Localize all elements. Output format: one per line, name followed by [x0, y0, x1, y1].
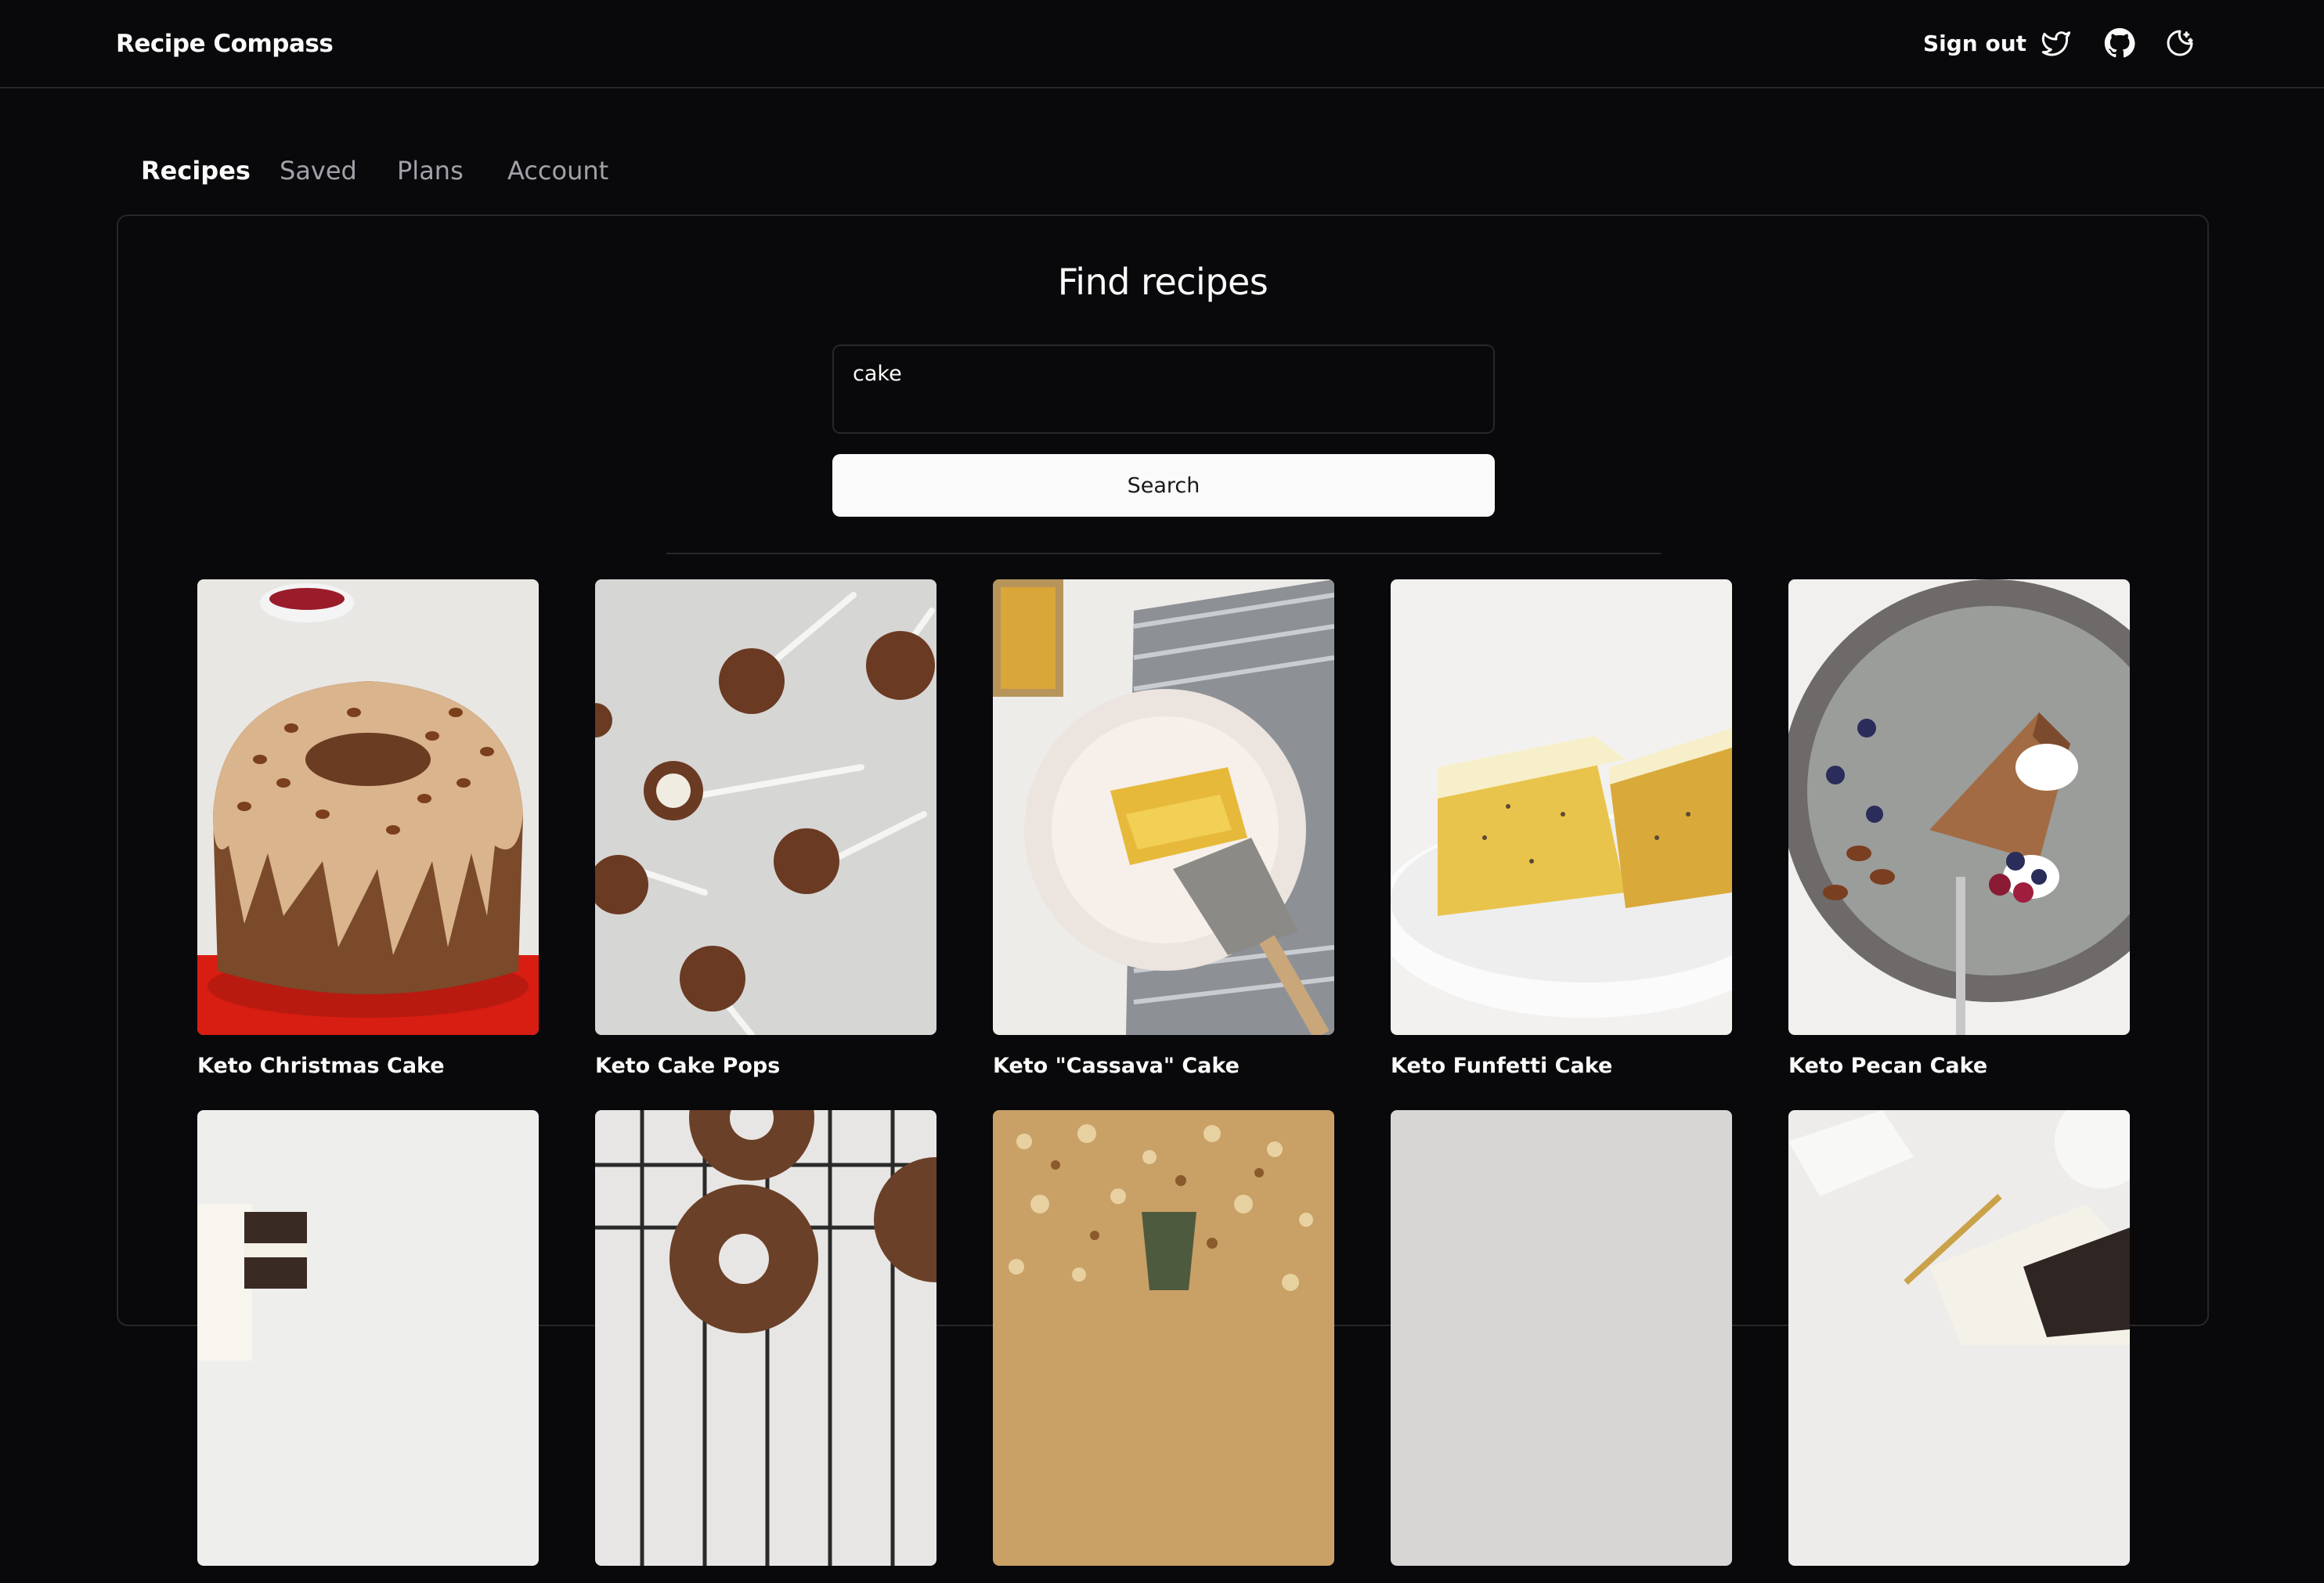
recipe-card[interactable]: Keto Pecan Cake: [1788, 579, 2130, 1080]
recipe-title[interactable]: Keto Funfetti Cake: [1391, 1052, 1732, 1080]
recipe-image[interactable]: [595, 579, 936, 1035]
sign-out-button[interactable]: Sign out: [1923, 28, 2026, 59]
recipe-title[interactable]: Keto Christmas Cake: [197, 1052, 539, 1080]
recipe-card[interactable]: [197, 1110, 539, 1583]
top-bar: Recipe Compass Sign out: [0, 0, 2324, 88]
recipe-image[interactable]: [1788, 579, 2130, 1035]
recipe-card[interactable]: Keto Christmas Cake: [197, 579, 539, 1080]
recipe-image[interactable]: [197, 579, 539, 1035]
tab-plans[interactable]: Plans: [397, 153, 464, 189]
page-title: Find recipes: [1057, 261, 1268, 303]
recipe-card[interactable]: Keto Funfetti Cake: [1391, 579, 1732, 1080]
recipe-card[interactable]: Keto "Cassava" Cake: [993, 579, 1334, 1080]
recipe-image[interactable]: [993, 1110, 1334, 1566]
search-input[interactable]: cake: [832, 344, 1495, 434]
recipe-image[interactable]: [1391, 1110, 1732, 1566]
recipe-image[interactable]: [993, 579, 1334, 1035]
recipe-image[interactable]: [1788, 1110, 2130, 1566]
recipe-image[interactable]: [595, 1110, 936, 1566]
recipe-card[interactable]: [1788, 1110, 2130, 1583]
recipes-panel: Find recipes cake Search Keto Christmas …: [117, 215, 2209, 1566]
twitter-icon[interactable]: [2041, 27, 2072, 59]
tab-account[interactable]: Account: [507, 153, 608, 189]
recipe-card[interactable]: [993, 1110, 1334, 1583]
recipe-card[interactable]: Keto Cake Pops: [595, 579, 936, 1080]
search-button[interactable]: Search: [832, 454, 1495, 517]
divider: [666, 553, 1661, 554]
recipe-image[interactable]: [197, 1110, 539, 1566]
recipe-title[interactable]: Keto Pecan Cake: [1788, 1052, 2130, 1080]
tab-saved[interactable]: Saved: [280, 153, 357, 189]
recipe-image[interactable]: [1391, 579, 1732, 1035]
github-icon[interactable]: [2104, 27, 2135, 59]
app-title[interactable]: Recipe Compass: [116, 28, 334, 59]
recipe-grid: Keto Christmas Cake Keto Cake Pops Keto …: [197, 579, 2131, 1583]
tab-recipes[interactable]: Recipes: [141, 153, 251, 189]
recipe-title[interactable]: Keto "Cassava" Cake: [993, 1052, 1334, 1080]
recipe-card[interactable]: [595, 1110, 936, 1583]
theme-toggle-icon[interactable]: [2164, 27, 2196, 59]
recipe-title[interactable]: Keto Cake Pops: [595, 1052, 936, 1080]
recipe-card[interactable]: [1391, 1110, 1732, 1583]
